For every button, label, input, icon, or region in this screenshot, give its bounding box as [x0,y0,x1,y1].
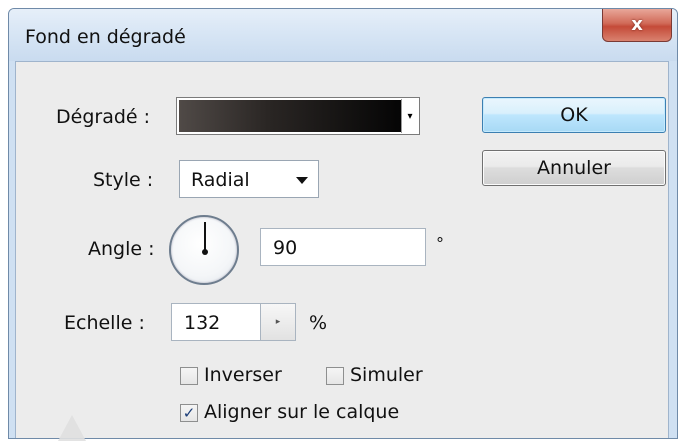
align-checkbox[interactable]: ✓ [180,404,198,422]
angle-input-value: 90 [273,237,298,259]
dialog-content: Dégradé : ▾ Style : Radial Angle : 90 ° … [15,61,669,438]
dialog-window: Fond en dégradé x Dégradé : ▾ Style : Ra… [8,8,678,439]
title-bar[interactable]: Fond en dégradé x [9,9,677,61]
angle-input[interactable]: 90 [260,228,426,266]
align-label[interactable]: Aligner sur le calque [204,401,399,423]
checkmark-icon: ✓ [182,403,196,422]
angle-unit: ° [436,234,444,253]
ok-button[interactable]: OK [482,97,666,133]
close-button[interactable]: x [602,9,672,42]
style-select-value: Radial [191,169,250,191]
style-label: Style : [93,169,154,191]
style-select[interactable]: Radial [179,160,319,198]
scale-arrow-icon: ▸ [275,317,281,327]
angle-label: Angle : [88,238,155,260]
invert-label[interactable]: Inverser [204,364,282,386]
cancel-button[interactable]: Annuler [482,150,666,186]
scale-label: Echelle : [64,312,145,334]
scale-input[interactable]: 132 [171,303,261,341]
gradient-dropdown-arrow-icon[interactable]: ▾ [401,99,418,133]
dialog-title: Fond en dégradé [25,26,186,48]
scale-input-value: 132 [184,312,221,334]
invert-checkbox[interactable] [180,367,198,385]
gradient-label: Dégradé : [56,106,151,128]
close-icon: x [631,14,643,35]
angle-dial[interactable] [169,215,239,285]
gradient-preview[interactable] [179,100,401,132]
dither-label[interactable]: Simuler [350,364,423,386]
watermark-shape [58,415,86,441]
scale-slider-button[interactable]: ▸ [260,303,296,341]
gradient-picker[interactable]: ▾ [176,97,420,135]
angle-dial-center [202,249,208,255]
chevron-down-icon [296,177,308,184]
scale-unit: % [309,312,328,334]
angle-dial-needle [204,222,206,252]
dither-checkbox[interactable] [326,367,344,385]
